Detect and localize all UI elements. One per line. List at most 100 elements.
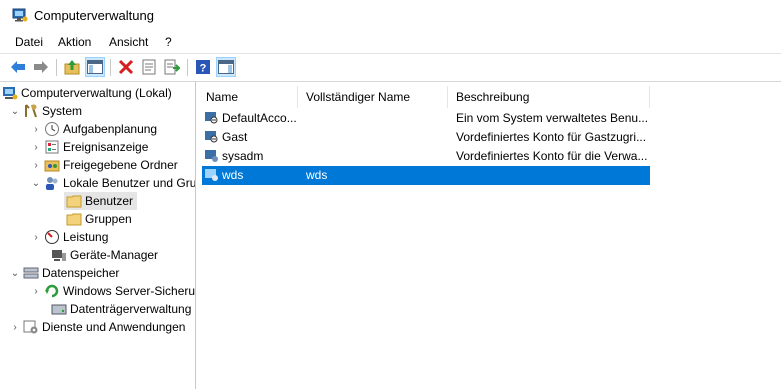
local-users-groups-icon — [46, 177, 58, 190]
show-hide-action-pane-button[interactable] — [216, 57, 236, 77]
user-icon — [205, 150, 218, 162]
delete-button[interactable] — [116, 57, 136, 77]
show-hide-tree-icon — [87, 60, 103, 74]
computer-management-icon — [12, 8, 28, 22]
tree-item-label: Ereignisanzeige — [63, 140, 149, 154]
chevron-right-icon[interactable]: › — [9, 318, 21, 336]
column-header-name[interactable]: Name — [198, 86, 298, 108]
title-bar: Computerverwaltung — [0, 0, 781, 31]
tree-item-geraete-manager[interactable]: Geräte-Manager — [49, 246, 158, 264]
device-manager-icon — [52, 250, 66, 261]
cell-name: sysadm — [222, 149, 264, 163]
forward-button[interactable] — [31, 57, 51, 77]
navigation-tree: Computerverwaltung (Lokal) ⌄ System › Au… — [0, 81, 196, 389]
menu-aktion[interactable]: Aktion — [58, 35, 91, 49]
tree-item-label: Windows Server-Sicherung — [63, 284, 196, 298]
tree-item-computerverwaltung[interactable]: Computerverwaltung (Lokal) — [0, 84, 172, 102]
disk-management-icon — [51, 304, 67, 315]
tree-item-label: Computerverwaltung (Lokal) — [21, 86, 172, 100]
event-viewer-icon — [45, 140, 59, 154]
folder-icon — [66, 213, 82, 226]
back-button[interactable] — [8, 57, 28, 77]
menu-help[interactable]: ? — [165, 35, 172, 49]
properties-button[interactable] — [139, 57, 159, 77]
tree-item-label: System — [42, 104, 83, 118]
forward-icon — [34, 61, 48, 73]
tree-item-ereignisanzeige[interactable]: › Ereignisanzeige — [30, 138, 148, 156]
tree-item-aufgabenplanung[interactable]: › Aufgabenplanung — [30, 120, 157, 138]
help-icon: ? — [196, 60, 210, 75]
cell-full-name: wds — [306, 168, 328, 182]
list-row-selected[interactable]: wds wds — [202, 166, 650, 185]
tree-item-label: Dienste und Anwendungen — [42, 320, 186, 334]
cell-description: Vordefiniertes Konto für Gastzugri... — [456, 130, 647, 144]
chevron-down-icon[interactable]: ⌄ — [9, 264, 21, 282]
tree-item-datentraegerverwaltung[interactable]: Datenträgerverwaltung — [49, 300, 191, 318]
chevron-down-icon[interactable]: ⌄ — [30, 174, 42, 192]
tree-item-label: Datenspeicher — [42, 266, 120, 280]
system-tools-icon — [25, 104, 37, 118]
menu-datei[interactable]: Datei — [15, 35, 43, 49]
list-row[interactable]: sysadm Vordefiniertes Konto für die Verw… — [202, 147, 650, 166]
list-row[interactable]: DefaultAcco... Ein vom System verwaltete… — [202, 109, 650, 128]
tree-item-label: Gruppen — [85, 212, 132, 226]
tree-item-gruppen[interactable]: Gruppen — [64, 210, 132, 228]
tree-item-label: Lokale Benutzer und Gruppen — [63, 176, 196, 190]
tree-item-label: Benutzer — [85, 194, 134, 208]
storage-icon — [23, 267, 39, 279]
chevron-right-icon[interactable]: › — [30, 156, 42, 174]
up-folder-icon — [64, 60, 80, 75]
tree-item-benutzer[interactable]: Benutzer — [64, 192, 138, 210]
toolbar: ? — [0, 53, 781, 82]
help-button[interactable]: ? — [193, 57, 213, 77]
user-icon — [205, 169, 218, 181]
chevron-down-icon[interactable]: ⌄ — [9, 102, 21, 120]
folder-icon — [66, 195, 82, 208]
column-header-description[interactable]: Beschreibung — [448, 86, 650, 108]
services-applications-icon — [23, 320, 38, 334]
export-list-icon — [164, 59, 180, 75]
chevron-right-icon[interactable]: › — [30, 138, 42, 156]
computer-management-icon — [3, 87, 18, 100]
cell-name: DefaultAcco... — [222, 111, 297, 125]
list-row[interactable]: Gast Vordefiniertes Konto für Gastzugri.… — [202, 128, 650, 147]
cell-name: Gast — [222, 130, 248, 144]
user-icon — [205, 112, 218, 124]
tree-item-system[interactable]: ⌄ System — [9, 102, 82, 120]
back-icon — [11, 61, 25, 73]
tree-item-freigegebene-ordner[interactable]: › Freigegebene Ordner — [30, 156, 178, 174]
column-header-full-name[interactable]: Vollständiger Name — [298, 86, 448, 108]
tree-item-label: Leistung — [63, 230, 109, 244]
performance-icon — [45, 230, 59, 244]
tree-item-leistung[interactable]: › Leistung — [30, 228, 108, 246]
tree-item-dienste-und-anwendungen[interactable]: › Dienste und Anwendungen — [9, 318, 185, 336]
properties-icon — [142, 59, 156, 75]
user-icon — [205, 131, 218, 143]
delete-icon — [118, 59, 134, 75]
window-title: Computerverwaltung — [34, 8, 154, 23]
tree-item-label: Geräte-Manager — [70, 248, 159, 262]
show-hide-action-pane-icon — [218, 60, 234, 74]
chevron-right-icon[interactable]: › — [30, 282, 42, 300]
cell-description: Vordefiniertes Konto für die Verwa... — [456, 149, 648, 163]
menu-ansicht[interactable]: Ansicht — [109, 35, 148, 49]
up-button[interactable] — [62, 57, 82, 77]
user-list: Name Vollständiger Name Beschreibung Def… — [198, 81, 781, 389]
shared-folders-icon — [44, 160, 60, 172]
tree-item-lokale-benutzer-und-gruppen[interactable]: ⌄ Lokale Benutzer und Gruppen — [30, 174, 196, 192]
backup-icon — [45, 284, 59, 298]
chevron-right-icon[interactable]: › — [30, 120, 42, 138]
show-hide-tree-button[interactable] — [85, 57, 105, 77]
svg-text:?: ? — [200, 63, 207, 75]
task-scheduler-icon — [45, 122, 59, 136]
cell-name: wds — [222, 168, 244, 182]
cell-description: Ein vom System verwaltetes Benu... — [456, 111, 649, 125]
tree-item-datenspeicher[interactable]: ⌄ Datenspeicher — [9, 264, 120, 282]
tree-item-label: Freigegebene Ordner — [63, 158, 178, 172]
tree-item-label: Datenträgerverwaltung — [70, 302, 192, 316]
export-list-button[interactable] — [162, 57, 182, 77]
chevron-right-icon[interactable]: › — [30, 228, 42, 246]
tree-item-windows-server-sicherung[interactable]: › Windows Server-Sicherung — [30, 282, 196, 300]
tree-item-label: Aufgabenplanung — [63, 122, 158, 136]
menu-bar: Datei Aktion Ansicht ? — [0, 31, 781, 53]
